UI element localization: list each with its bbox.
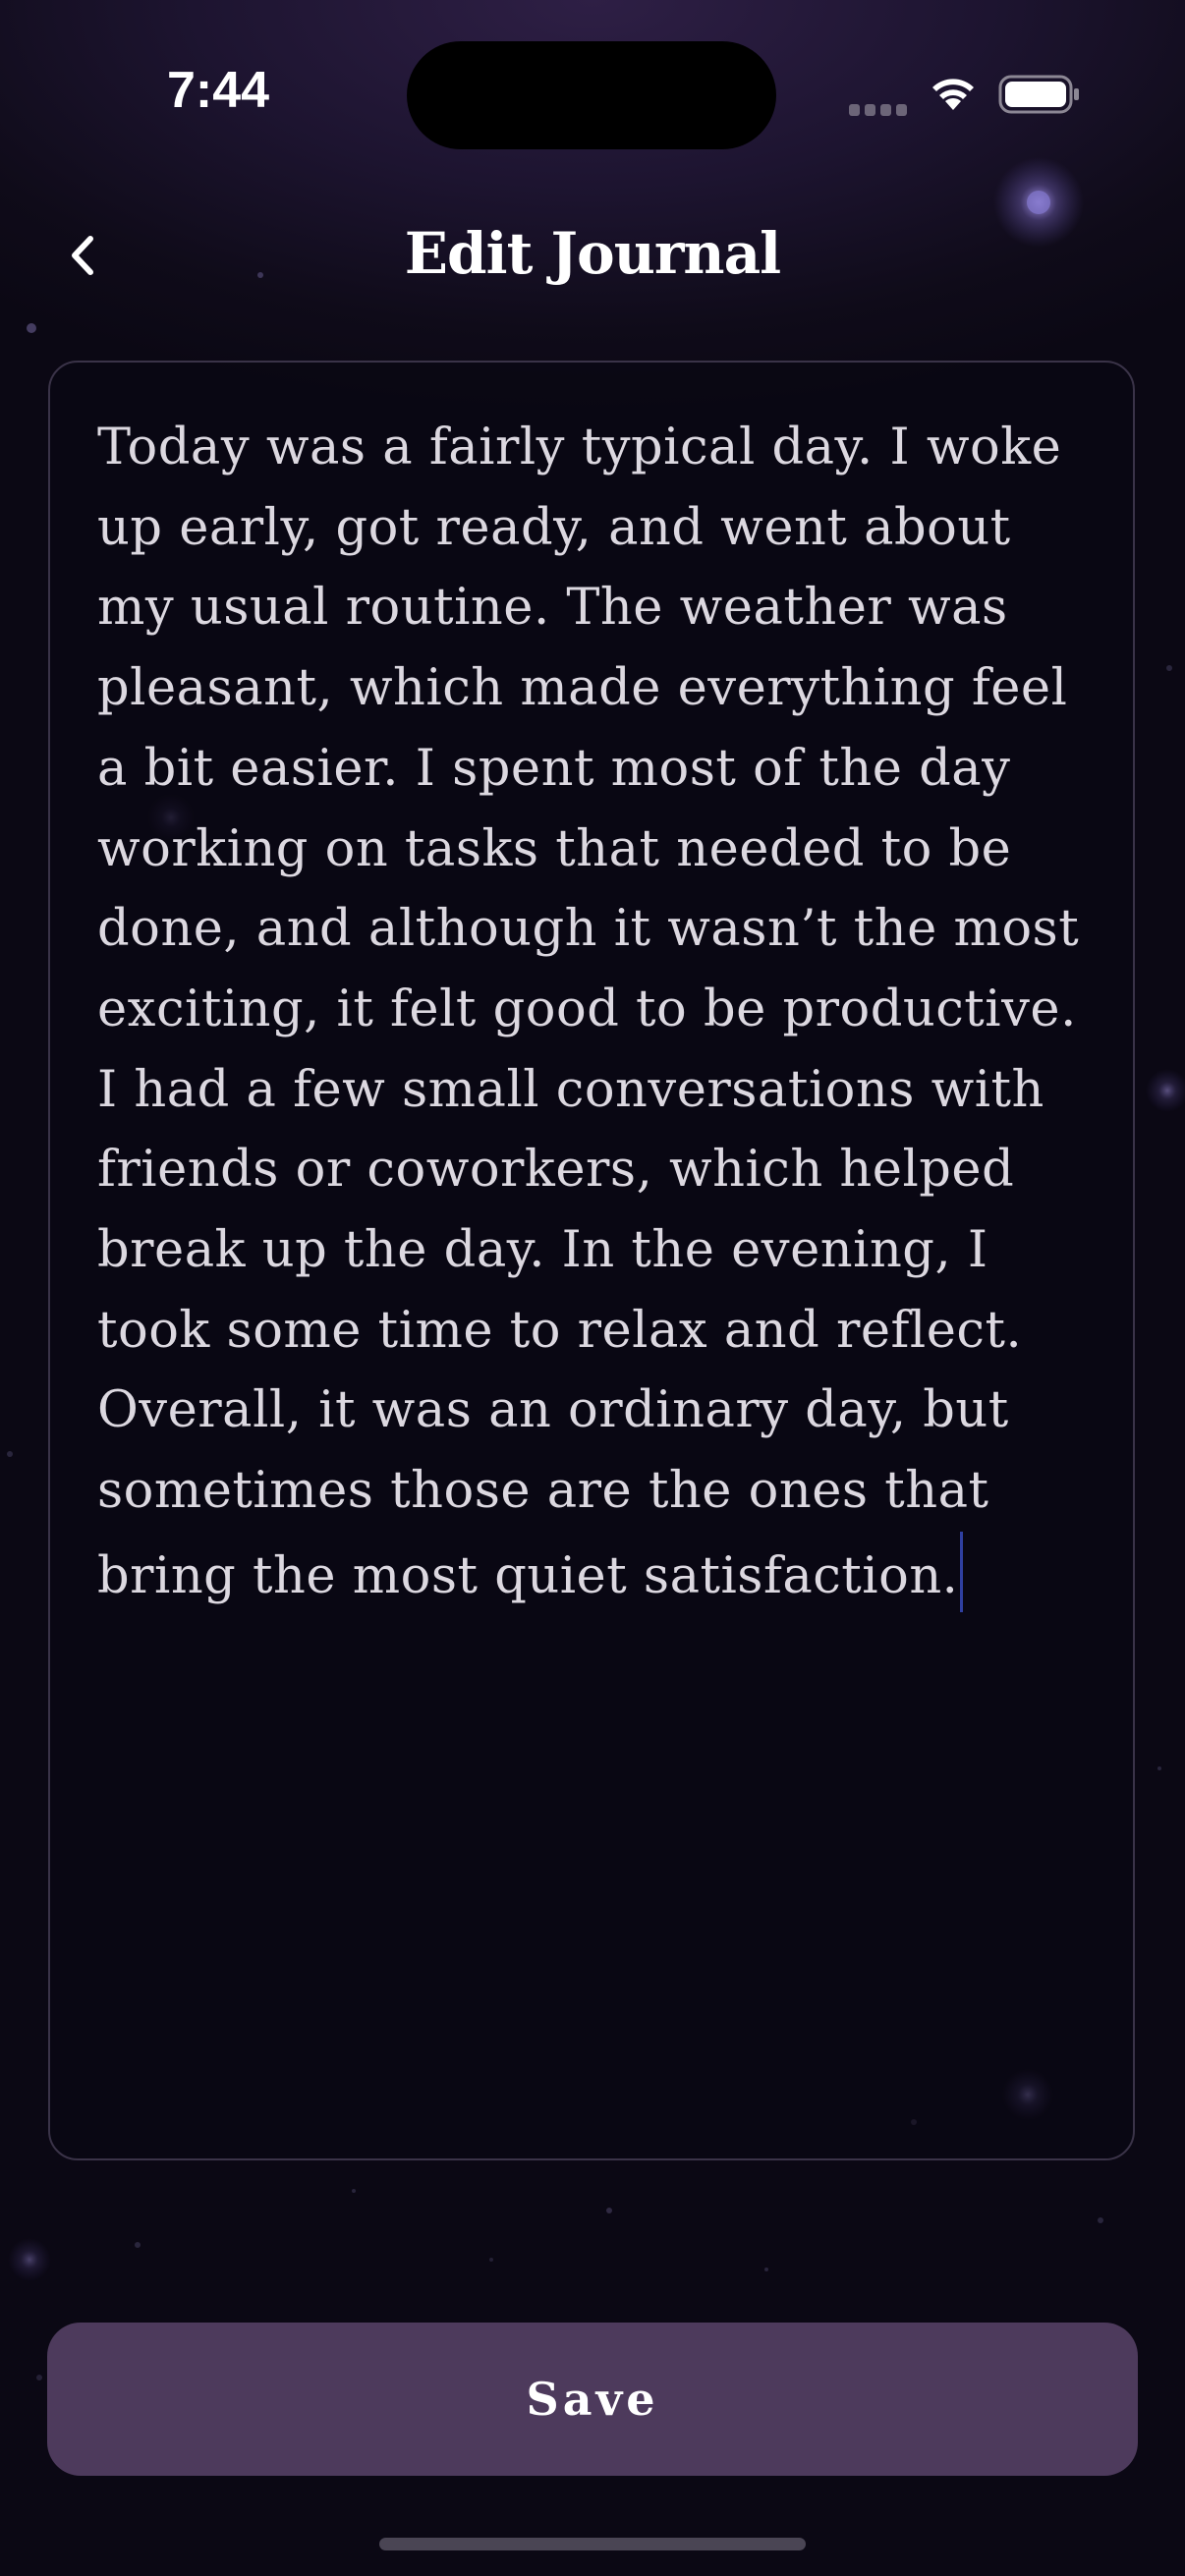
cellular-signal-icon bbox=[849, 104, 907, 116]
star bbox=[135, 2242, 141, 2248]
star bbox=[1098, 2217, 1103, 2223]
star bbox=[352, 2189, 356, 2193]
battery-icon bbox=[998, 75, 1079, 114]
back-button[interactable] bbox=[43, 216, 122, 295]
star bbox=[27, 323, 36, 333]
save-button[interactable]: Save bbox=[47, 2323, 1138, 2476]
status-time: 7:44 bbox=[166, 62, 270, 119]
dynamic-island bbox=[407, 41, 776, 149]
journal-entry-text[interactable]: Today was a fairly typical day. I woke u… bbox=[97, 419, 1096, 1605]
journal-text-area[interactable]: Today was a fairly typical day. I woke u… bbox=[48, 361, 1135, 2160]
star bbox=[1166, 665, 1172, 671]
chevron-left-icon bbox=[72, 236, 93, 275]
star bbox=[764, 2268, 768, 2271]
star bbox=[36, 2375, 42, 2380]
glowing-star bbox=[8, 2238, 51, 2281]
star bbox=[606, 2208, 612, 2213]
status-bar: 7:44 bbox=[0, 0, 1185, 196]
star bbox=[489, 2258, 493, 2262]
navigation-bar: Edit Journal bbox=[0, 196, 1185, 314]
glowing-star bbox=[1146, 1069, 1185, 1112]
page-title: Edit Journal bbox=[404, 220, 781, 287]
star bbox=[7, 1451, 13, 1457]
home-indicator[interactable] bbox=[379, 2538, 806, 2550]
text-cursor bbox=[960, 1531, 964, 1612]
wifi-icon bbox=[932, 79, 974, 110]
journal-entry-text-wrapper[interactable]: Today was a fairly typical day. I woke u… bbox=[97, 408, 1100, 1617]
star bbox=[1157, 1766, 1161, 1770]
